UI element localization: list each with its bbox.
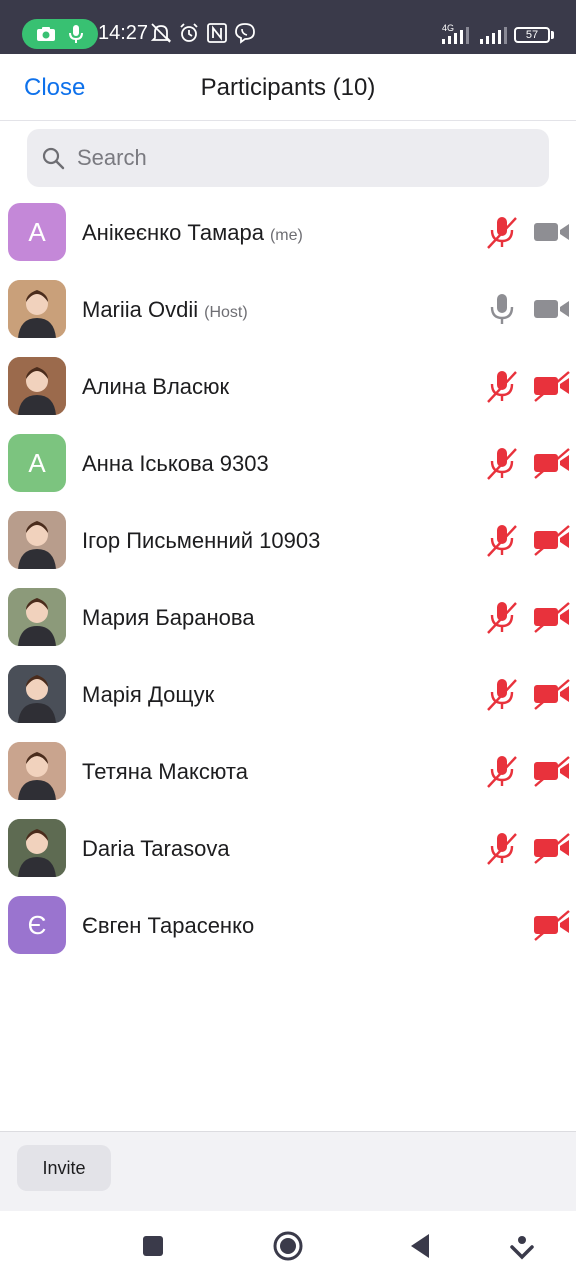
alarm-icon: [180, 23, 198, 42]
avatar-photo: [8, 280, 66, 338]
home-icon[interactable]: [271, 1229, 305, 1263]
participant-name: Анікеєнко Тамара (me): [82, 220, 303, 246]
avatar-initial: А: [28, 216, 46, 247]
signal-strength-icon: [442, 27, 469, 44]
participant-name: Mariia Ovdii (Host): [82, 297, 248, 323]
back-icon[interactable]: [404, 1229, 438, 1263]
status-time: 14:27: [98, 22, 149, 44]
search-bar[interactable]: [27, 129, 549, 187]
participant-role-tag: (me): [269, 227, 303, 244]
search-icon: [42, 147, 65, 170]
participant-list: А Анікеєнко Тамара (me) Mariia Ovdii (Host) А…: [0, 194, 576, 964]
avatar: А: [8, 203, 66, 261]
assistant-icon[interactable]: [505, 1229, 539, 1263]
participant-name-text: Ігор Письменний 10903: [82, 528, 321, 553]
video-icon[interactable]: [532, 214, 572, 250]
recent-apps-icon[interactable]: [136, 1229, 170, 1263]
battery-level: 57: [525, 29, 539, 41]
participant-name: Ігор Письменний 10903: [82, 528, 320, 554]
avatar-initial: Є: [27, 909, 47, 940]
video-off-icon[interactable]: [532, 907, 572, 943]
participant-name-text: Daria Tarasova: [82, 836, 230, 861]
avatar: [8, 665, 66, 723]
avatar-photo: [8, 588, 66, 646]
camera-icon: [37, 27, 55, 41]
participant-name: Євген Тарасенко: [82, 913, 254, 939]
avatar-photo: [8, 742, 66, 800]
participant-row[interactable]: А Анна Іськова 9303: [0, 425, 576, 502]
participant-name-text: Mariia Ovdii: [82, 297, 199, 322]
microphone-icon: [69, 25, 83, 43]
mic-on-icon[interactable]: [484, 291, 520, 327]
video-off-icon[interactable]: [532, 522, 572, 558]
viber-icon: [235, 23, 255, 44]
status-notification-icons: [150, 22, 256, 46]
video-off-icon[interactable]: [532, 368, 572, 404]
avatar-photo: [8, 665, 66, 723]
avatar-photo: [8, 819, 66, 877]
participant-name-text: Мария Баранова: [82, 605, 255, 630]
mic-muted-icon[interactable]: [484, 599, 520, 635]
search-input[interactable]: [77, 129, 537, 187]
avatar-photo: [8, 511, 66, 569]
participant-row[interactable]: Mariia Ovdii (Host): [0, 271, 576, 348]
participant-name-text: Тетяна Максюта: [82, 759, 248, 784]
participant-name: Daria Tarasova: [82, 836, 230, 862]
participant-name: Мария Баранова: [82, 605, 255, 631]
participant-row[interactable]: Тетяна Максюта: [0, 733, 576, 810]
video-off-icon[interactable]: [532, 753, 572, 789]
avatar: [8, 588, 66, 646]
avatar: [8, 280, 66, 338]
signal-strength-icon-2: [480, 27, 507, 44]
system-navigation-bar: [0, 1211, 576, 1280]
video-off-icon[interactable]: [532, 676, 572, 712]
video-off-icon[interactable]: [532, 445, 572, 481]
status-bar: 14:27 4G 57: [0, 0, 576, 54]
mute-notifications-icon: [150, 23, 172, 43]
mic-muted-icon[interactable]: [484, 830, 520, 866]
participant-row[interactable]: Марія Дощук: [0, 656, 576, 733]
video-off-icon[interactable]: [532, 830, 572, 866]
participant-row[interactable]: Daria Tarasova: [0, 810, 576, 887]
participant-name: Алина Власюк: [82, 374, 229, 400]
participant-name-text: Євген Тарасенко: [82, 913, 255, 938]
mic-muted-icon[interactable]: [484, 753, 520, 789]
participant-row[interactable]: А Анікеєнко Тамара (me): [0, 194, 576, 271]
participant-name: Тетяна Максюта: [82, 759, 248, 785]
participants-header: Close Participants (10): [0, 54, 576, 121]
avatar: А: [8, 434, 66, 492]
participant-name: Марія Дощук: [82, 682, 214, 708]
participant-row[interactable]: Мария Баранова: [0, 579, 576, 656]
participant-name: Анна Іськова 9303: [82, 451, 269, 477]
video-off-icon[interactable]: [532, 599, 572, 635]
avatar: [8, 357, 66, 415]
participant-row[interactable]: Є Євген Тарасенко: [0, 887, 576, 964]
mic-muted-icon[interactable]: [484, 445, 520, 481]
footer-bar: Invite: [0, 1131, 576, 1211]
participant-name-text: Марія Дощук: [82, 682, 215, 707]
avatar-photo: [8, 357, 66, 415]
participant-name-text: Анікеєнко Тамара: [82, 220, 264, 245]
nfc-icon: [207, 23, 227, 43]
avatar: [8, 742, 66, 800]
page-title: Participants (10): [200, 74, 376, 101]
mic-muted-icon[interactable]: [484, 214, 520, 250]
avatar: Є: [8, 896, 66, 954]
avatar: [8, 511, 66, 569]
avatar: [8, 819, 66, 877]
mic-muted-icon[interactable]: [484, 368, 520, 404]
mic-muted-icon[interactable]: [484, 522, 520, 558]
screen-recorder-indicator[interactable]: [22, 19, 98, 49]
avatar-initial: А: [28, 447, 46, 478]
battery-tip: [551, 31, 554, 39]
mic-muted-icon[interactable]: [484, 676, 520, 712]
participant-row[interactable]: Ігор Письменний 10903: [0, 502, 576, 579]
invite-button[interactable]: Invite: [17, 1145, 111, 1191]
participant-name-text: Алина Власюк: [82, 374, 230, 399]
participant-name-text: Анна Іськова 9303: [82, 451, 269, 476]
participant-role-tag: (Host): [204, 304, 248, 321]
participant-row[interactable]: Алина Власюк: [0, 348, 576, 425]
battery-icon: 57: [514, 27, 550, 43]
video-icon[interactable]: [532, 291, 572, 327]
